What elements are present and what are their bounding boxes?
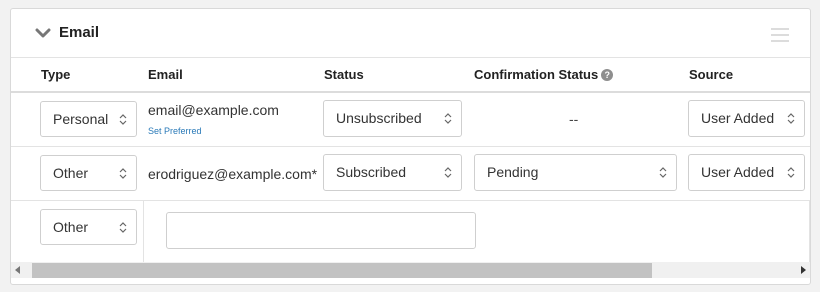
type-select[interactable]: Other xyxy=(40,209,137,245)
hamburger-menu-icon[interactable] xyxy=(771,28,789,42)
chevron-down-icon[interactable] xyxy=(35,27,51,39)
email-address: email@example.com xyxy=(148,102,279,118)
up-down-caret-icon xyxy=(787,113,795,124)
question-circle-icon[interactable]: ? xyxy=(601,69,614,81)
column-header-confirmation-status: Confirmation Status? xyxy=(474,67,614,82)
up-down-caret-icon xyxy=(119,168,127,179)
up-down-caret-icon xyxy=(444,113,452,124)
up-down-caret-icon xyxy=(444,167,452,178)
status-select[interactable]: Unsubscribed xyxy=(323,100,462,137)
panel-title: Email xyxy=(59,24,100,41)
scrollbar-thumb[interactable] xyxy=(32,263,652,278)
status-select[interactable]: Subscribed xyxy=(323,154,462,191)
panel-header: Email xyxy=(11,9,810,58)
confirmation-status-select[interactable]: Pending xyxy=(474,154,677,191)
confirmation-status-empty: -- xyxy=(569,111,579,127)
up-down-caret-icon xyxy=(787,167,795,178)
up-down-caret-icon xyxy=(119,222,127,233)
horizontal-scrollbar[interactable] xyxy=(11,262,810,278)
type-select[interactable]: Other xyxy=(40,155,137,191)
scroll-right-icon[interactable] xyxy=(796,262,810,278)
column-header-status: Status xyxy=(324,67,364,82)
source-select[interactable]: User Added xyxy=(688,154,805,191)
cell-divider xyxy=(809,201,810,262)
header-divider xyxy=(11,91,810,93)
column-header-email: Email xyxy=(148,67,183,82)
row-divider xyxy=(11,200,810,201)
column-header-source: Source xyxy=(689,67,734,82)
column-header-type: Type xyxy=(41,67,71,82)
email-address: erodriguez@example.com* xyxy=(148,166,318,182)
email-panel: Email Type Email Status Confirmation Sta… xyxy=(10,8,811,285)
cell-divider xyxy=(143,201,144,262)
scroll-left-icon[interactable] xyxy=(11,262,25,278)
up-down-caret-icon xyxy=(659,167,667,178)
row-divider xyxy=(11,146,810,147)
type-select[interactable]: Personal xyxy=(40,101,137,137)
source-select[interactable]: User Added xyxy=(688,100,805,137)
up-down-caret-icon xyxy=(119,114,127,125)
new-email-input[interactable] xyxy=(166,212,476,249)
set-preferred-link[interactable]: Set Preferred xyxy=(148,126,202,136)
